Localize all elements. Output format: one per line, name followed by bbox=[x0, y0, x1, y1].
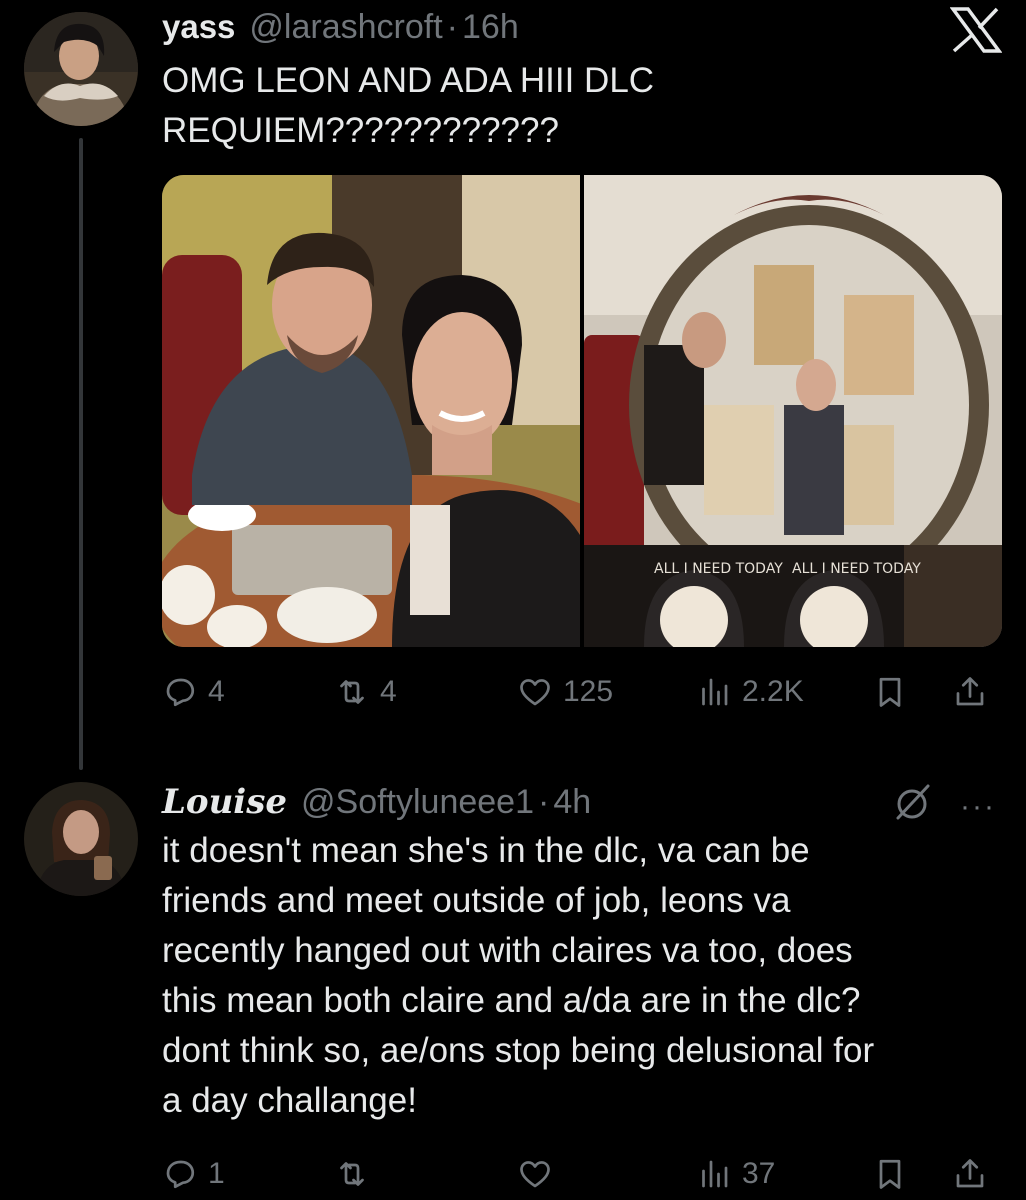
timestamp[interactable]: 16h bbox=[462, 8, 519, 47]
reply-bookmark-button[interactable] bbox=[872, 1150, 908, 1198]
heart-icon bbox=[520, 1161, 550, 1188]
thread-line bbox=[79, 138, 83, 770]
sign-text-left: ALL I NEED TODAY bbox=[654, 561, 783, 577]
views-button[interactable]: 2.2K bbox=[696, 668, 804, 716]
reply-icon bbox=[166, 1160, 195, 1189]
views-icon bbox=[702, 1160, 728, 1188]
photo-selfie[interactable] bbox=[162, 175, 580, 647]
handle[interactable]: @larashcroft bbox=[249, 8, 442, 47]
reply-icon bbox=[166, 678, 195, 707]
media-grid[interactable]: ALL I NEED TODAY ALL I NEED TODAY bbox=[162, 175, 1002, 647]
avatar[interactable] bbox=[24, 12, 138, 126]
like-button[interactable]: 125 bbox=[517, 668, 613, 716]
reply-timestamp[interactable]: 4h bbox=[553, 783, 591, 822]
tweet-header: yass @larashcroft · 16h bbox=[162, 8, 519, 47]
reply-actions: 1 37 bbox=[162, 1150, 1002, 1198]
reply-reply-count: 1 bbox=[208, 1157, 225, 1190]
retweet-icon bbox=[340, 680, 364, 704]
reply-avatar[interactable] bbox=[24, 782, 138, 896]
reply-button[interactable]: 4 bbox=[162, 668, 225, 716]
share-icon bbox=[956, 677, 984, 706]
retweet-button[interactable]: 4 bbox=[334, 668, 397, 716]
reply-share-button[interactable] bbox=[952, 1150, 988, 1198]
heart-icon bbox=[520, 679, 550, 706]
retweet-icon bbox=[340, 1162, 364, 1186]
reply-header: Louise @Softyluneee1 · 4h bbox=[162, 782, 591, 822]
views-count: 2.2K bbox=[742, 675, 804, 708]
bookmark-button[interactable] bbox=[872, 668, 908, 716]
reply-count: 4 bbox=[208, 675, 225, 708]
reply-text: it doesn't mean she's in the dlc, va can… bbox=[162, 831, 875, 1120]
share-button[interactable] bbox=[952, 668, 988, 716]
like-count: 125 bbox=[563, 675, 614, 708]
bookmark-icon bbox=[879, 1159, 901, 1189]
photo-mirror[interactable]: ALL I NEED TODAY ALL I NEED TODAY bbox=[584, 175, 1002, 647]
reply-views-button[interactable]: 37 bbox=[696, 1150, 775, 1198]
reply-retweet-button[interactable] bbox=[334, 1150, 380, 1198]
reply-reply-button[interactable]: 1 bbox=[162, 1150, 225, 1198]
sign-text-right: ALL I NEED TODAY bbox=[792, 561, 921, 577]
separator-dot: · bbox=[446, 8, 458, 46]
reply-separator-dot: · bbox=[538, 783, 550, 821]
tweet-actions: 4 4 125 2.2K bbox=[162, 668, 1002, 716]
bookmark-icon bbox=[879, 677, 901, 707]
reply-views-count: 37 bbox=[742, 1157, 776, 1190]
retweet-count: 4 bbox=[380, 675, 397, 708]
reply-like-button[interactable] bbox=[517, 1150, 563, 1198]
grok-icon[interactable] bbox=[890, 780, 934, 824]
x-logo-icon[interactable] bbox=[950, 6, 1002, 54]
views-icon bbox=[702, 678, 728, 706]
reply-display-name[interactable]: Louise bbox=[162, 782, 287, 822]
more-icon[interactable]: ··· bbox=[960, 790, 996, 824]
display-name[interactable]: yass bbox=[162, 8, 235, 46]
share-icon bbox=[956, 1159, 984, 1188]
tweet-text: OMG LEON AND ADA HIII DLC REQUIEM???????… bbox=[162, 61, 655, 150]
reply-handle[interactable]: @Softyluneee1 bbox=[301, 783, 534, 822]
